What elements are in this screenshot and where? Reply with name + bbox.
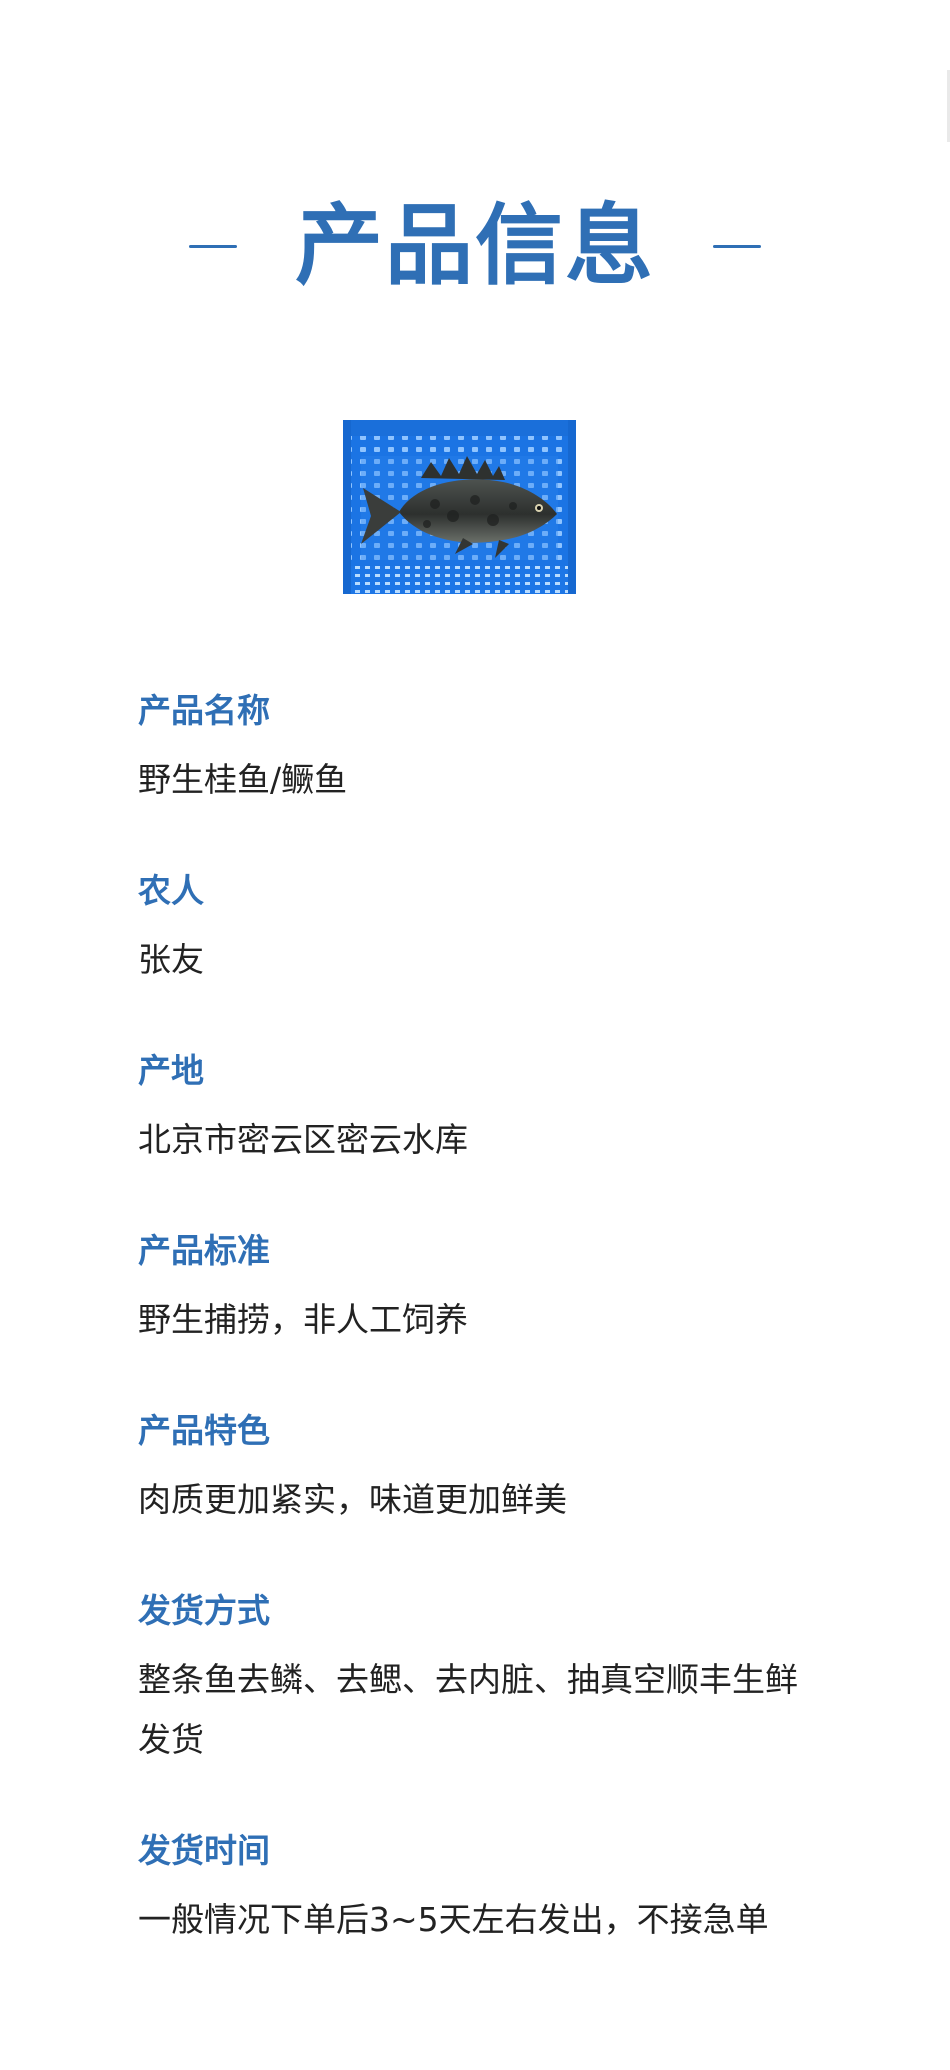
info-item-features: 产品特色 肉质更加紧实，味道更加鲜美 xyxy=(138,1410,818,1530)
info-item-standard: 产品标准 野生捕捞，非人工饲养 xyxy=(138,1230,818,1350)
info-label: 产品名称 xyxy=(138,691,270,730)
page-title: 产品信息 xyxy=(294,194,655,297)
fish-in-basket-photo-icon xyxy=(343,420,576,594)
product-photo xyxy=(343,420,576,594)
info-item-farmer: 农人 张友 xyxy=(138,870,818,990)
section-title: 产品信息 xyxy=(0,196,950,296)
info-label: 产品标准 xyxy=(138,1231,270,1270)
info-label: 产地 xyxy=(138,1051,204,1090)
info-label: 产品特色 xyxy=(138,1411,270,1450)
info-label: 农人 xyxy=(138,871,204,910)
info-value: 张友 xyxy=(138,940,204,979)
info-item-origin: 产地 北京市密云区密云水库 xyxy=(138,1050,818,1170)
info-value: 整条鱼去鳞、去鳃、去内脏、抽真空顺丰生鲜发货 xyxy=(138,1660,798,1759)
info-item-shipping-time: 发货时间 一般情况下单后3~5天左右发出，不接急单 xyxy=(138,1830,818,1950)
info-value: 肉质更加紧实，味道更加鲜美 xyxy=(138,1480,567,1519)
info-label: 发货时间 xyxy=(138,1831,270,1870)
info-value: 野生捕捞，非人工饲养 xyxy=(138,1300,468,1339)
info-item-shipping-method: 发货方式 整条鱼去鳞、去鳃、去内脏、抽真空顺丰生鲜发货 xyxy=(138,1590,818,1770)
info-item-name: 产品名称 野生桂鱼/鳜鱼 xyxy=(138,690,818,810)
info-value: 北京市密云区密云水库 xyxy=(138,1120,468,1159)
info-value: 一般情况下单后3~5天左右发出，不接急单 xyxy=(138,1900,769,1939)
title-left-dash xyxy=(188,244,237,248)
info-value: 野生桂鱼/鳜鱼 xyxy=(138,760,348,799)
title-right-dash xyxy=(713,244,761,248)
info-label: 发货方式 xyxy=(138,1591,270,1630)
